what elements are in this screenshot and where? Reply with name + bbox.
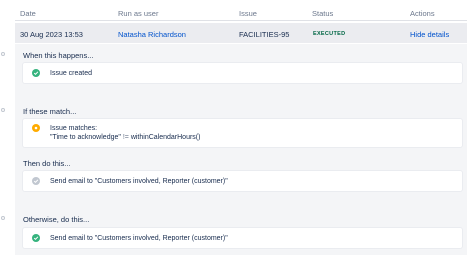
column-header-actions: Actions bbox=[410, 9, 435, 18]
column-header-status[interactable]: Status bbox=[312, 9, 333, 18]
header-divider bbox=[15, 20, 467, 21]
timeline-dot bbox=[1, 216, 5, 220]
check-circle-icon bbox=[32, 69, 40, 77]
trigger-card: Issue created bbox=[23, 63, 462, 83]
condition-field: "Time to acknowledge" bbox=[50, 134, 121, 141]
timeline-dot bbox=[1, 108, 5, 112]
row-issue[interactable]: FACILITIES-95 bbox=[239, 30, 289, 39]
audit-log-page: Date Run as user Issue Status Actions 30… bbox=[0, 0, 474, 255]
column-header-issue[interactable]: Issue bbox=[239, 9, 257, 18]
then-action-card: Send email to "Customers involved, Repor… bbox=[23, 171, 462, 191]
then-section-title: Then do this... bbox=[23, 159, 71, 168]
check-circle-icon-muted bbox=[32, 177, 40, 185]
otherwise-action-label: Send email to "Customers involved, Repor… bbox=[50, 235, 228, 242]
otherwise-action-card: Send email to "Customers involved, Repor… bbox=[23, 228, 462, 248]
table-header: Date Run as user Issue Status Actions bbox=[0, 0, 474, 19]
dot-circle-icon bbox=[32, 124, 40, 132]
condition-operator: != bbox=[122, 134, 129, 141]
hide-details-link[interactable]: Hide details bbox=[410, 30, 449, 39]
trigger-label: Issue created bbox=[50, 70, 93, 77]
condition-card: Issue matches: "Time to acknowledge" != … bbox=[23, 119, 462, 147]
condition-label: Issue matches: bbox=[50, 125, 98, 132]
status-badge: EXECUTED bbox=[313, 31, 346, 37]
row-user-link[interactable]: Natasha Richardson bbox=[118, 30, 186, 39]
conditions-section-title: If these match... bbox=[23, 107, 77, 116]
timeline-dot bbox=[1, 52, 5, 56]
column-header-date[interactable]: Date bbox=[20, 9, 36, 18]
then-action-label: Send email to "Customers involved, Repor… bbox=[50, 178, 228, 185]
table-row[interactable]: 30 Aug 2023 13:53 Natasha Richardson FAC… bbox=[15, 23, 467, 43]
condition-expression: "Time to acknowledge" != withinCalendarH… bbox=[50, 134, 200, 141]
otherwise-section-title: Otherwise, do this... bbox=[23, 215, 90, 224]
condition-value: withinCalendarHours() bbox=[130, 134, 201, 141]
row-date: 30 Aug 2023 13:53 bbox=[20, 30, 83, 39]
check-circle-icon bbox=[32, 234, 40, 242]
trigger-section-title: When this happens... bbox=[23, 51, 94, 60]
column-header-run-as-user[interactable]: Run as user bbox=[118, 9, 158, 18]
